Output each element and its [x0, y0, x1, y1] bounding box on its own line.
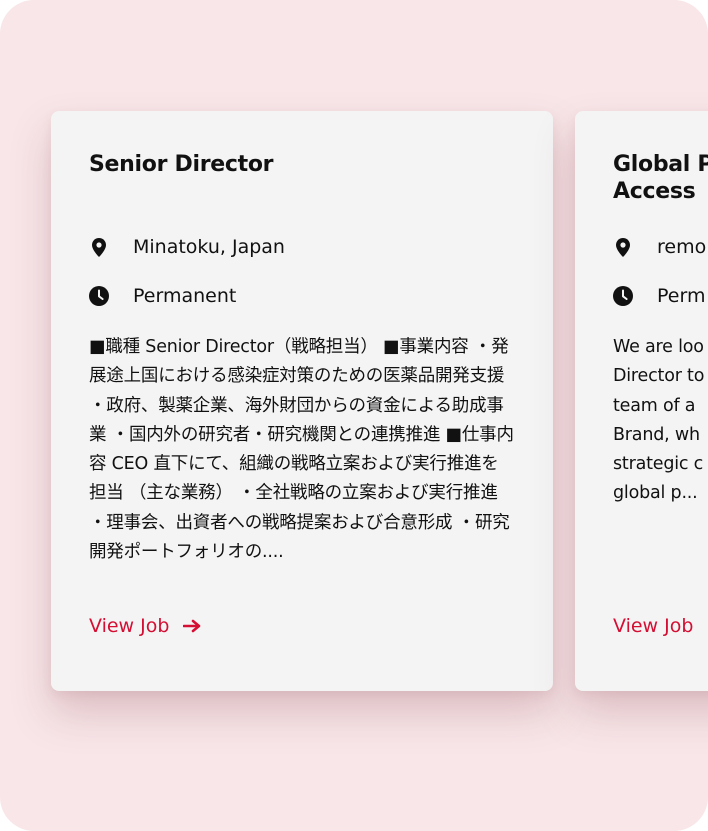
- clock-icon: [613, 286, 633, 306]
- job-title: Global P Access: [613, 152, 708, 204]
- arrow-right-icon: [183, 619, 201, 633]
- job-location: Minatoku, Japan: [89, 235, 515, 259]
- clock-icon: [89, 286, 109, 306]
- map-pin-icon: [613, 237, 633, 257]
- job-location: remo: [613, 235, 708, 259]
- job-location-text: remo: [657, 236, 707, 258]
- job-card[interactable]: Senior Director Minatoku, Japan Permanen…: [51, 111, 553, 691]
- job-location-text: Minatoku, Japan: [133, 236, 285, 258]
- view-job-label: View Job: [613, 615, 694, 637]
- job-type-text: Perm: [657, 285, 706, 307]
- job-title: Senior Director: [89, 152, 274, 177]
- job-type: Perm: [613, 284, 708, 308]
- job-card[interactable]: Global P Access remo Perm We are loo Dir…: [575, 111, 708, 691]
- view-job-link[interactable]: View Job: [89, 615, 201, 637]
- map-pin-icon: [89, 237, 109, 257]
- job-carousel: Senior Director Minatoku, Japan Permanen…: [0, 0, 708, 831]
- job-type: Permanent: [89, 284, 515, 308]
- job-description: ■職種 Senior Director（戦略担当） ■事業内容 ・発展途上国にお…: [89, 337, 514, 563]
- view-job-link[interactable]: View Job: [613, 615, 693, 637]
- job-description: We are loo Director to team of a Brand, …: [613, 337, 705, 504]
- job-type-text: Permanent: [133, 285, 237, 307]
- view-job-label: View Job: [89, 615, 170, 637]
